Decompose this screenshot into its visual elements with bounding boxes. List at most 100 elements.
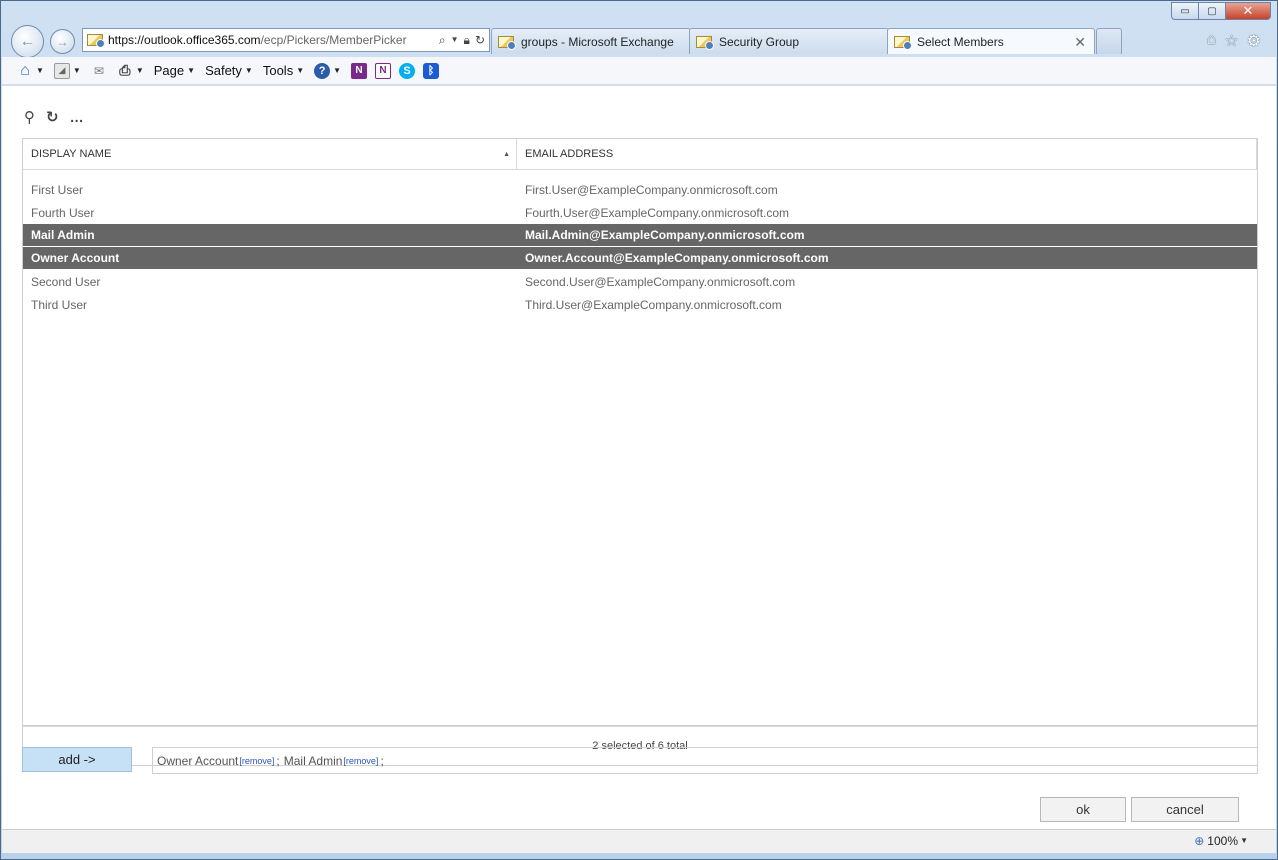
address-bar[interactable]: https://outlook.office365.com/ecp/Picker…: [82, 28, 490, 52]
more-options-icon[interactable]: …: [70, 109, 85, 125]
sort-ascending-icon: ▲: [503, 151, 510, 158]
minimize-button[interactable]: ▭: [1171, 2, 1199, 20]
picker-toolbar: ⚲ ↻ …: [24, 108, 85, 126]
maximize-button[interactable]: ▢: [1198, 2, 1226, 20]
search-icon[interactable]: ⌕: [439, 33, 446, 48]
exchange-favicon-icon: [894, 35, 912, 50]
dropdown-arrow-icon: ▼: [296, 66, 305, 75]
table-row[interactable]: Mail Admin Mail.Admin@ExampleCompany.onmi…: [23, 224, 1257, 247]
cell-display-name: Third User: [31, 297, 88, 312]
dropdown-arrow-icon[interactable]: ▼: [451, 33, 459, 48]
table-row[interactable]: Owner Account Owner.Account@ExampleCompan…: [23, 247, 1257, 270]
safety-menu-label: Safety: [205, 63, 242, 78]
url-host: outlook.office365.com: [144, 33, 261, 47]
cell-email-address: Mail.Admin@ExampleCompany.onmicrosoft.co…: [525, 228, 805, 242]
safety-menu[interactable]: Safety ▼: [205, 63, 253, 78]
onenote-command[interactable]: N: [351, 62, 368, 79]
url-scheme: https://: [108, 33, 145, 47]
back-button[interactable]: ←: [11, 25, 44, 58]
remove-member-link[interactable]: [remove]: [343, 756, 378, 766]
navigation-row: ← → https://outlook.office365.com/ecp/Pi…: [9, 25, 1271, 58]
home-icon[interactable]: ⌂: [1207, 31, 1217, 51]
cancel-button[interactable]: cancel: [1131, 797, 1239, 822]
cell-email-address: Third.User@ExampleCompany.onmicrosoft.co…: [525, 297, 782, 312]
table-row[interactable]: Fourth User Fourth.User@ExampleCompany.on…: [23, 201, 1257, 224]
member-separator: ;: [380, 753, 384, 768]
page-menu[interactable]: Page ▼: [154, 63, 195, 78]
help-command[interactable]: ? ▼: [314, 62, 341, 79]
cell-display-name: First User: [31, 182, 83, 197]
selected-member-name: Mail Admin: [283, 753, 343, 768]
exchange-favicon-icon: [498, 35, 516, 50]
tools-menu[interactable]: Tools ▼: [263, 63, 304, 78]
zoom-level: 100%: [1207, 834, 1238, 848]
exchange-favicon-icon: [87, 34, 105, 48]
tab-label: Security Group: [719, 34, 800, 49]
onenote-linked-command[interactable]: N: [375, 62, 392, 79]
grid-header: DISPLAY NAME ▲ EMAIL ADDRESS: [23, 139, 1257, 170]
dropdown-arrow-icon: ▼: [244, 66, 253, 75]
cell-email-address: Second.User@ExampleCompany.onmicrosoft.c…: [525, 274, 796, 289]
read-mail-command[interactable]: ✉: [91, 63, 107, 79]
back-arrow-icon: ←: [19, 32, 36, 50]
dropdown-arrow-icon[interactable]: ▼: [333, 66, 341, 75]
member-separator: ;: [276, 753, 280, 768]
dropdown-arrow-icon[interactable]: ▼: [1240, 836, 1248, 845]
column-header-display-name[interactable]: DISPLAY NAME ▲: [23, 139, 517, 169]
dropdown-arrow-icon[interactable]: ▼: [136, 66, 144, 75]
refresh-icon[interactable]: ↻: [475, 33, 485, 48]
tab-label: groups - Microsoft Exchange: [521, 34, 674, 49]
window-controls: ▭ ▢ ✕: [1171, 2, 1271, 20]
forward-button[interactable]: →: [50, 29, 75, 54]
new-tab-button[interactable]: [1096, 28, 1122, 54]
home-command[interactable]: ⌂ ▼: [17, 61, 44, 79]
forward-arrow-icon: →: [56, 34, 69, 49]
cell-email-address: First.User@ExampleCompany.onmicrosoft.co…: [525, 182, 778, 197]
column-header-email-address[interactable]: EMAIL ADDRESS: [517, 139, 1257, 169]
address-tools: ⌕ ▼ 🔒︎ ↻: [439, 33, 489, 48]
selected-members-field[interactable]: Owner Account [remove]; Mail Admin [remove]…: [152, 747, 1258, 774]
table-row[interactable]: Second User Second.User@ExampleCompany.on…: [23, 270, 1257, 293]
dropdown-arrow-icon[interactable]: ▼: [73, 66, 81, 75]
url-path: /ecp/Pickers/MemberPicker: [260, 33, 407, 47]
print-command[interactable]: ⎙ ▼: [117, 62, 144, 79]
ok-button[interactable]: ok: [1040, 797, 1126, 822]
browser-window: ▭ ▢ ✕ ← → https://outlook.office365.com/…: [0, 0, 1278, 860]
bluetooth-icon: ᛒ: [423, 62, 440, 79]
search-icon[interactable]: ⚲: [24, 108, 35, 126]
tab-security-group[interactable]: Security Group: [689, 28, 889, 54]
cell-email-address: Owner.Account@ExampleCompany.onmicrosoft…: [525, 251, 829, 265]
address-url[interactable]: https://outlook.office365.com/ecp/Picker…: [108, 33, 439, 47]
add-button[interactable]: add ->: [22, 747, 132, 772]
zoom-control[interactable]: ⊕ 100%: [1194, 834, 1238, 848]
browser-icons: ⌂ ☆ ⚙: [1207, 31, 1261, 51]
cell-email-address: Fourth.User@ExampleCompany.onmicrosoft.c…: [525, 205, 790, 220]
gear-icon[interactable]: ⚙: [1247, 31, 1261, 51]
star-icon[interactable]: ☆: [1224, 31, 1238, 51]
home-icon: ⌂: [20, 61, 30, 79]
table-row[interactable]: Third User Third.User@ExampleCompany.onmi…: [23, 293, 1257, 316]
skype-icon: S: [399, 62, 416, 79]
skype-command[interactable]: S: [399, 62, 416, 79]
cell-display-name: Fourth User: [31, 205, 95, 220]
exchange-favicon-icon: [696, 35, 714, 50]
lock-icon[interactable]: 🔒︎: [464, 33, 470, 48]
tab-groups[interactable]: groups - Microsoft Exchange: [491, 28, 691, 54]
table-row[interactable]: First User First.User@ExampleCompany.onmi…: [23, 178, 1257, 201]
cell-display-name: Owner Account: [31, 251, 120, 265]
remove-member-link[interactable]: [remove]: [239, 756, 274, 766]
close-tab-icon[interactable]: ✕: [1074, 34, 1086, 51]
feeds-command[interactable]: ◢ ▼: [53, 62, 81, 79]
onenote-linked-icon: N: [375, 62, 392, 79]
tab-select-members[interactable]: Select Members ✕: [887, 28, 1095, 54]
status-bar: ⊕ 100% ▼: [2, 829, 1276, 853]
bluetooth-command[interactable]: ᛒ: [423, 62, 440, 79]
close-window-button[interactable]: ✕: [1225, 2, 1271, 20]
dropdown-arrow-icon[interactable]: ▼: [36, 66, 44, 75]
members-grid: DISPLAY NAME ▲ EMAIL ADDRESS First User F…: [22, 138, 1258, 726]
tab-label: Select Members: [917, 34, 1004, 49]
feed-icon: ◢: [53, 62, 70, 79]
tools-menu-label: Tools: [262, 63, 294, 78]
refresh-icon[interactable]: ↻: [46, 108, 59, 126]
grid-rows: First User First.User@ExampleCompany.onmi…: [23, 170, 1257, 316]
